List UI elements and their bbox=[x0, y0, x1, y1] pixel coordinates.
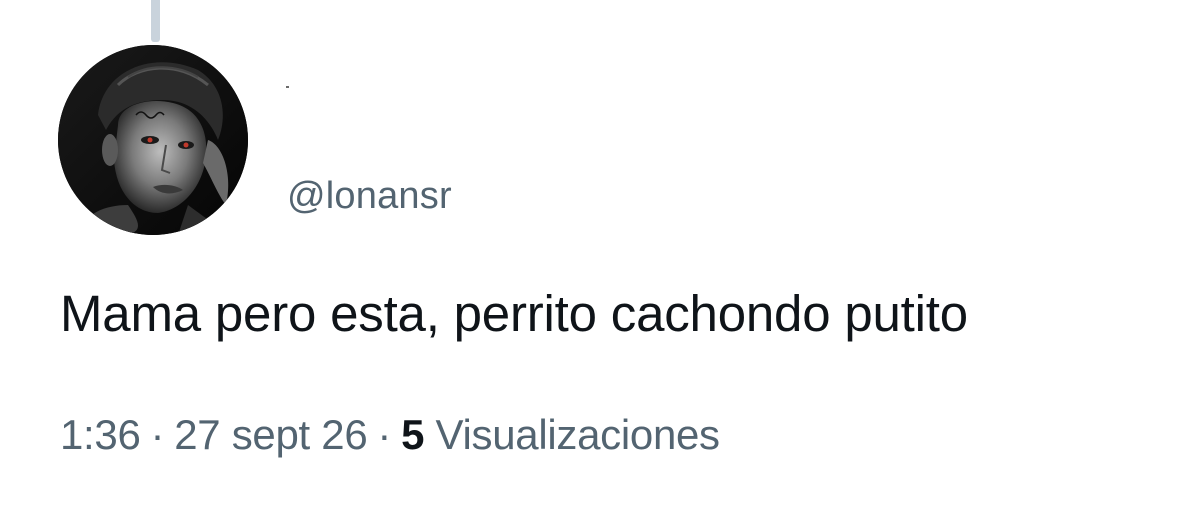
thread-connector-line bbox=[151, 0, 160, 42]
tweet-time[interactable]: 1:36 bbox=[60, 411, 141, 458]
stray-mark bbox=[286, 86, 289, 88]
portrait-avatar-icon bbox=[58, 45, 248, 235]
user-avatar[interactable] bbox=[58, 45, 248, 235]
meta-separator: · bbox=[150, 411, 165, 458]
meta-separator: · bbox=[377, 411, 392, 458]
views-count: 5 bbox=[401, 411, 425, 458]
views-link[interactable]: 5 Visualizaciones bbox=[401, 411, 720, 458]
user-handle[interactable]: @lonansr bbox=[287, 172, 452, 220]
views-label: Visualizaciones bbox=[435, 411, 721, 458]
tweet-date[interactable]: 27 sept 26 bbox=[174, 411, 367, 458]
tweet-meta: 1:36 · 27 sept 26 · 5 Visualizaciones bbox=[60, 408, 720, 462]
tweet-text: Mama pero esta, perrito cachondo putito bbox=[60, 285, 968, 342]
